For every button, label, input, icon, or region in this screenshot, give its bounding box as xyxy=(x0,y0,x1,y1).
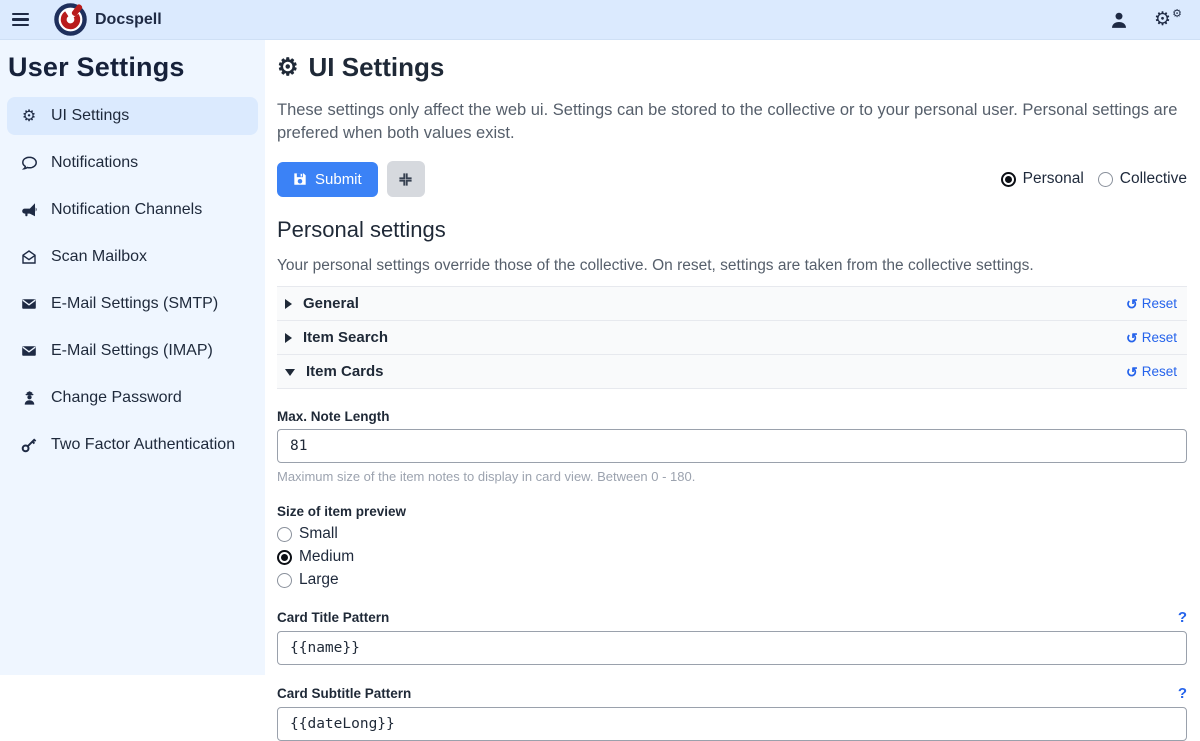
envelope-icon xyxy=(19,342,39,360)
preview-medium-label: Medium xyxy=(299,548,354,566)
sidebar-item-two-factor[interactable]: Two Factor Authentication xyxy=(7,426,258,464)
scope-collective-option[interactable]: Collective xyxy=(1098,170,1187,188)
sidebar-item-change-password[interactable]: Change Password xyxy=(7,379,258,417)
sidebar-nav: ⚙ UI Settings Notifications Notification… xyxy=(0,97,265,473)
section-description: Your personal settings override those of… xyxy=(277,257,1187,275)
reset-general-link[interactable]: ↺ Reset xyxy=(1126,296,1177,311)
preview-size-field: Size of item preview Small Medium Large xyxy=(277,504,1187,589)
undo-icon: ↺ xyxy=(1126,331,1138,345)
scope-personal-label: Personal xyxy=(1023,170,1084,188)
compress-icon xyxy=(398,172,413,187)
card-title-pattern-field: Card Title Pattern ? xyxy=(277,609,1187,665)
envelope-open-icon xyxy=(19,248,39,266)
page-title-text: UI Settings xyxy=(309,52,445,83)
save-icon xyxy=(293,172,307,186)
max-note-length-input[interactable] xyxy=(277,429,1187,463)
accordion-item-search[interactable]: Item Search ↺ Reset xyxy=(277,320,1187,354)
card-subtitle-pattern-input[interactable] xyxy=(277,707,1187,741)
scope-personal-option[interactable]: Personal xyxy=(1001,170,1084,188)
preview-size-options: Small Medium Large xyxy=(277,525,1187,589)
sidebar-item-label: Change Password xyxy=(51,389,182,407)
help-question-icon[interactable]: ? xyxy=(1178,609,1187,626)
accordion-general[interactable]: General ↺ Reset xyxy=(277,286,1187,320)
caret-right-icon xyxy=(285,333,292,343)
radio-checked-icon[interactable] xyxy=(277,550,292,565)
sidebar-item-label: Notification Channels xyxy=(51,201,202,219)
preview-small-label: Small xyxy=(299,525,338,543)
accordion-title: Item Cards xyxy=(306,363,384,380)
card-title-pattern-label: Card Title Pattern xyxy=(277,610,389,625)
user-secret-icon xyxy=(19,389,39,407)
preview-small-option[interactable]: Small xyxy=(277,525,1187,543)
settings-cogs-icon[interactable]: ⚙⚙ xyxy=(1154,9,1180,31)
radio-unchecked-icon[interactable] xyxy=(277,573,292,588)
undo-icon: ↺ xyxy=(1126,365,1138,379)
collapse-all-button[interactable] xyxy=(387,161,425,197)
card-title-pattern-input[interactable] xyxy=(277,631,1187,665)
sidebar: User Settings ⚙ UI Settings Notification… xyxy=(0,40,265,675)
sidebar-item-label: UI Settings xyxy=(51,107,129,125)
settings-accordion: General ↺ Reset Item Search ↺ Reset Item… xyxy=(277,286,1187,389)
sidebar-item-label: Two Factor Authentication xyxy=(51,436,235,454)
accordion-title: Item Search xyxy=(303,329,388,346)
preview-large-label: Large xyxy=(299,571,339,589)
page-title: ⚙ UI Settings xyxy=(277,52,1187,83)
undo-icon: ↺ xyxy=(1126,297,1138,311)
comment-icon xyxy=(19,154,39,172)
sidebar-item-notifications[interactable]: Notifications xyxy=(7,144,258,182)
radio-unchecked-icon[interactable] xyxy=(1098,172,1113,187)
toolbar: Submit Personal Collective xyxy=(277,161,1187,197)
sidebar-item-ui-settings[interactable]: ⚙ UI Settings xyxy=(7,97,258,135)
intro-text: These settings only affect the web ui. S… xyxy=(277,99,1187,145)
sidebar-item-email-smtp[interactable]: E-Mail Settings (SMTP) xyxy=(7,285,258,323)
bullhorn-icon xyxy=(19,201,39,219)
preview-large-option[interactable]: Large xyxy=(277,571,1187,589)
brand[interactable]: Docspell xyxy=(54,3,162,36)
preview-size-label: Size of item preview xyxy=(277,504,1187,519)
submit-button[interactable]: Submit xyxy=(277,162,378,197)
reset-label: Reset xyxy=(1142,364,1177,379)
caret-down-icon xyxy=(285,369,295,376)
accordion-item-cards[interactable]: Item Cards ↺ Reset xyxy=(277,354,1187,388)
settings-scope-group: Personal Collective xyxy=(1001,170,1187,188)
help-question-icon[interactable]: ? xyxy=(1178,685,1187,702)
reset-label: Reset xyxy=(1142,330,1177,345)
submit-button-label: Submit xyxy=(315,171,362,188)
docspell-logo-icon xyxy=(54,3,87,36)
max-note-length-help: Maximum size of the item notes to displa… xyxy=(277,469,1187,484)
preview-medium-option[interactable]: Medium xyxy=(277,548,1187,566)
reset-item-cards-link[interactable]: ↺ Reset xyxy=(1126,364,1177,379)
sidebar-item-label: E-Mail Settings (SMTP) xyxy=(51,295,218,313)
accordion-title: General xyxy=(303,295,359,312)
gear-icon: ⚙ xyxy=(277,53,299,82)
max-note-length-label: Max. Note Length xyxy=(277,409,1187,424)
sidebar-item-notification-channels[interactable]: Notification Channels xyxy=(7,191,258,229)
sidebar-item-label: Scan Mailbox xyxy=(51,248,147,266)
sidebar-item-scan-mailbox[interactable]: Scan Mailbox xyxy=(7,238,258,276)
menu-toggle-icon[interactable] xyxy=(0,0,40,40)
radio-checked-icon[interactable] xyxy=(1001,172,1016,187)
envelope-icon xyxy=(19,295,39,313)
user-account-icon[interactable] xyxy=(1110,11,1128,29)
scope-collective-label: Collective xyxy=(1120,170,1187,188)
radio-unchecked-icon[interactable] xyxy=(277,527,292,542)
card-subtitle-pattern-label: Card Subtitle Pattern xyxy=(277,686,411,701)
sidebar-item-label: Notifications xyxy=(51,154,138,172)
sidebar-item-label: E-Mail Settings (IMAP) xyxy=(51,342,213,360)
caret-right-icon xyxy=(285,299,292,309)
card-subtitle-pattern-field: Card Subtitle Pattern ? xyxy=(277,685,1187,741)
main-content: ⚙ UI Settings These settings only affect… xyxy=(265,40,1200,675)
sidebar-item-email-imap[interactable]: E-Mail Settings (IMAP) xyxy=(7,332,258,370)
topbar: Docspell ⚙⚙ xyxy=(0,0,1200,40)
max-note-length-field: Max. Note Length Maximum size of the ite… xyxy=(277,409,1187,484)
brand-name: Docspell xyxy=(95,11,162,29)
key-icon xyxy=(19,436,39,454)
reset-label: Reset xyxy=(1142,296,1177,311)
section-heading: Personal settings xyxy=(277,217,1187,243)
gear-icon: ⚙ xyxy=(19,107,39,125)
reset-item-search-link[interactable]: ↺ Reset xyxy=(1126,330,1177,345)
sidebar-title: User Settings xyxy=(0,40,265,97)
